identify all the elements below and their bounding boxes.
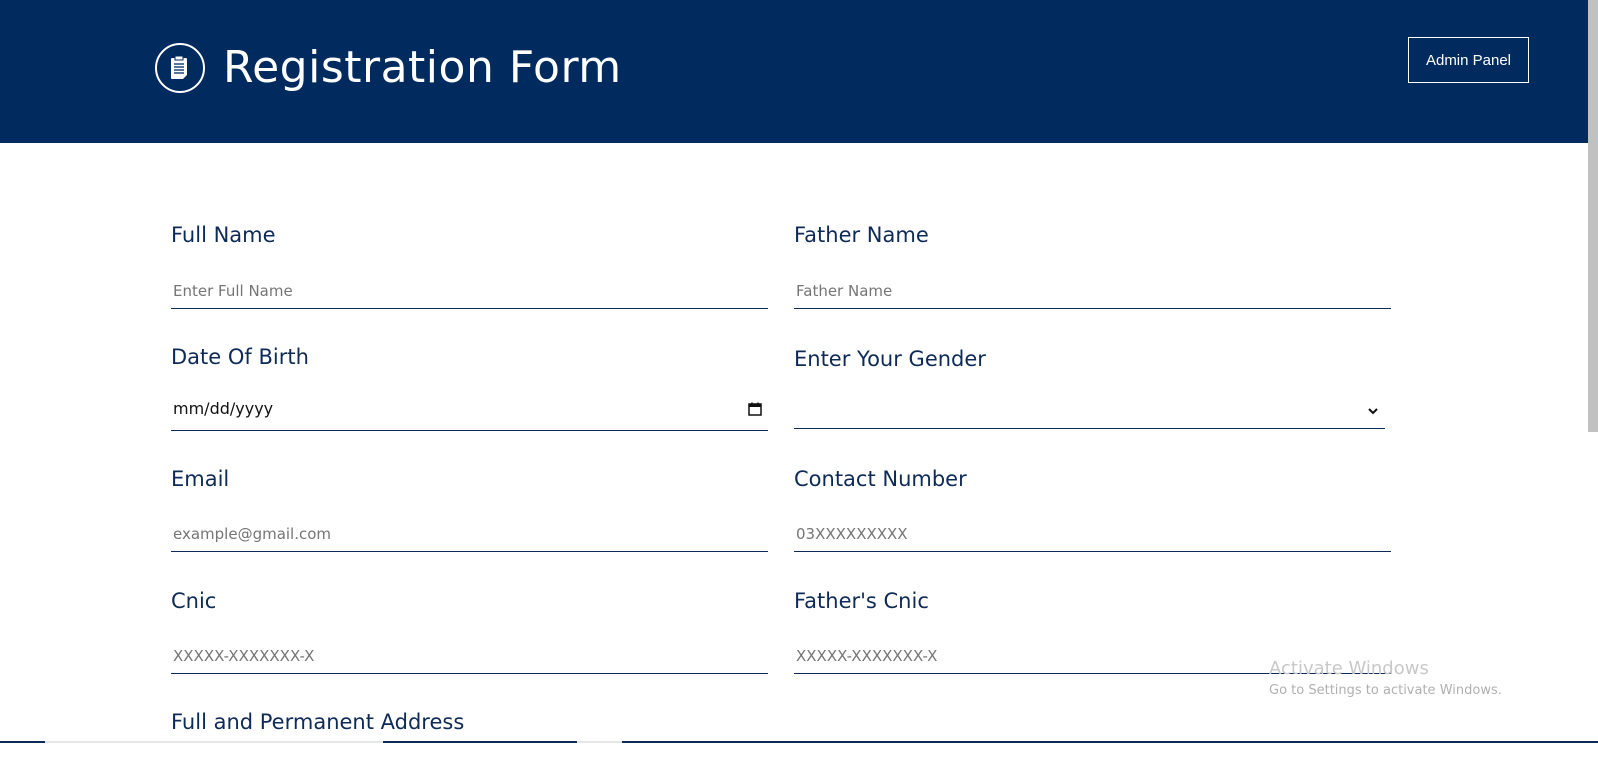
father-name-label: Father Name xyxy=(794,223,929,247)
activate-windows-title: Activate Windows xyxy=(1269,658,1429,679)
full-name-input[interactable] xyxy=(171,279,768,309)
page-title: Registration Form xyxy=(223,42,622,93)
full-name-label: Full Name xyxy=(171,223,276,247)
bottom-divider-segment xyxy=(45,741,383,743)
gender-label: Enter Your Gender xyxy=(794,347,986,371)
dob-value: mm/dd/yyyy xyxy=(173,399,274,418)
activate-windows-subtitle: Go to Settings to activate Windows. xyxy=(1269,683,1502,698)
scrollbar-thumb[interactable] xyxy=(1588,0,1598,432)
gender-select[interactable] xyxy=(794,398,1385,429)
address-label: Full and Permanent Address xyxy=(171,710,465,734)
admin-panel-button[interactable]: Admin Panel xyxy=(1408,37,1529,83)
chevron-down-icon xyxy=(1368,408,1378,415)
dob-label: Date Of Birth xyxy=(171,345,309,369)
cnic-input[interactable] xyxy=(171,644,768,674)
father-name-input[interactable] xyxy=(794,279,1391,309)
contact-input[interactable] xyxy=(794,522,1391,552)
calendar-icon[interactable] xyxy=(748,402,762,416)
email-input[interactable] xyxy=(171,522,768,552)
contact-label: Contact Number xyxy=(794,467,967,491)
cnic-label: Cnic xyxy=(171,589,217,613)
email-label: Email xyxy=(171,467,230,491)
bottom-divider-segment xyxy=(577,741,622,743)
clipboard-icon xyxy=(155,43,205,93)
father-cnic-label: Father's Cnic xyxy=(794,589,929,613)
header-bar: Registration Form Admin Panel xyxy=(0,0,1598,143)
